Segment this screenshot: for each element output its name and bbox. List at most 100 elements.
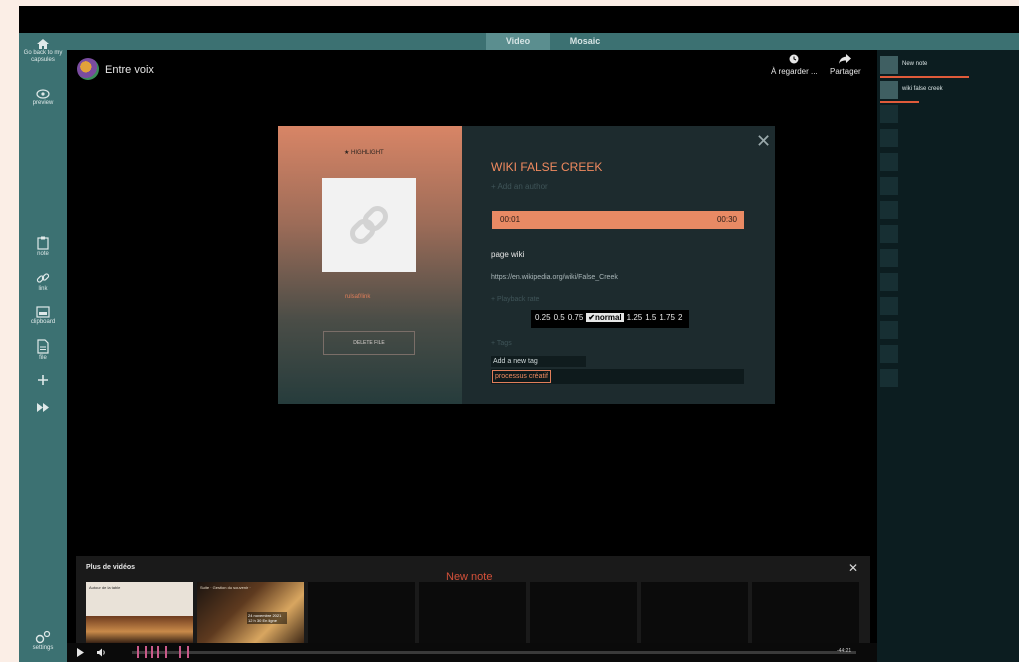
file-preview-panel: ★ HIGHLIGHT rulsaf/link DELETE FILE	[278, 126, 462, 404]
note-thumbnail	[880, 105, 898, 123]
rate-option[interactable]: 0.5	[554, 313, 565, 322]
more-videos-title: Plus de vidéos	[86, 564, 136, 571]
note-item[interactable]	[880, 129, 1016, 147]
note-thumbnail	[880, 273, 898, 291]
video-thumbnail[interactable]	[308, 582, 415, 644]
capsule-title: Entre voix	[105, 64, 154, 76]
note-item[interactable]	[880, 177, 1016, 195]
video-thumbnail-text: Suite · Gestion du souvenir ·	[200, 585, 251, 590]
note-marker[interactable]	[157, 646, 159, 658]
time-range-bar[interactable]: 00:01 00:30	[492, 211, 744, 229]
tool-clipboard-label: clipboard	[30, 319, 56, 325]
share-label: Partager	[830, 67, 861, 76]
video-thumbnail[interactable]	[419, 582, 526, 644]
share-button[interactable]: Partager	[830, 54, 861, 76]
tool-link[interactable]: link	[19, 271, 67, 293]
note-item[interactable]	[880, 201, 1016, 219]
settings-label: settings	[32, 645, 54, 651]
note-item[interactable]	[880, 153, 1016, 171]
preview-label: preview	[32, 100, 54, 106]
video-thumbnail-text: Autour de la table	[89, 585, 121, 590]
add-button[interactable]	[19, 374, 67, 387]
delete-file-button[interactable]: DELETE FILE	[323, 331, 415, 355]
tool-file[interactable]: file	[19, 339, 67, 362]
tab-mosaic[interactable]: Mosaic	[556, 33, 614, 50]
watch-later-label: À regarder ...	[771, 67, 818, 76]
file-thumbnail	[322, 178, 416, 272]
play-icon[interactable]	[77, 648, 84, 657]
note-item[interactable]: New note	[880, 56, 1016, 74]
note-thumbnail	[880, 56, 898, 74]
rate-option[interactable]: 1.25	[627, 313, 643, 322]
app-frame: Video Mosaic Go back to my capsules prev…	[19, 6, 1019, 662]
note-marker[interactable]	[151, 646, 153, 658]
watch-later-button[interactable]: À regarder ...	[771, 54, 818, 76]
note-url-link[interactable]: https://en.wikipedia.org/wiki/False_Cree…	[491, 274, 618, 281]
go-back-button[interactable]: Go back to my capsules	[19, 39, 67, 64]
rate-option[interactable]: 2	[678, 313, 682, 322]
video-thumbnail[interactable]: Autour de la table	[86, 582, 193, 644]
capsule-avatar	[77, 58, 99, 80]
add-author-button[interactable]: + Add an author	[491, 182, 548, 191]
note-thumbnail	[880, 369, 898, 387]
note-description[interactable]: page wiki	[491, 250, 524, 259]
note-item[interactable]	[880, 225, 1016, 243]
note-thumbnail	[880, 321, 898, 339]
note-marker[interactable]	[165, 646, 167, 658]
new-tag-input[interactable]: Add a new tag	[491, 356, 586, 367]
top-strip	[19, 6, 1019, 33]
highlight-button[interactable]: ★ HIGHLIGHT	[344, 149, 384, 156]
note-item[interactable]	[880, 273, 1016, 291]
eye-icon	[36, 89, 50, 99]
note-thumbnail	[880, 249, 898, 267]
note-item[interactable]	[880, 297, 1016, 315]
note-item[interactable]	[880, 369, 1016, 387]
note-editor-panel: ✕ WIKI FALSE CREEK + Add an author 00:01…	[462, 126, 775, 404]
timeline-track[interactable]	[132, 651, 856, 654]
note-item[interactable]	[880, 249, 1016, 267]
tag-chip[interactable]: processus créatif	[492, 370, 551, 383]
settings-button[interactable]: settings	[19, 630, 67, 652]
rate-option[interactable]: 0.25	[535, 313, 551, 322]
close-icon[interactable]: ✕	[756, 132, 771, 150]
video-thumbnail[interactable]	[752, 582, 859, 644]
note-marker[interactable]	[179, 646, 181, 658]
clock-icon	[789, 54, 799, 64]
rate-option[interactable]: 1.75	[659, 313, 675, 322]
tab-video[interactable]: Video	[486, 33, 550, 50]
note-item[interactable]	[880, 105, 1016, 123]
video-thumbnail[interactable]	[641, 582, 748, 644]
rate-option[interactable]: 1.5	[645, 313, 656, 322]
close-icon[interactable]: ✕	[848, 561, 858, 575]
rate-option-selected[interactable]: ✔normal	[586, 313, 624, 322]
preview-button[interactable]: preview	[19, 89, 67, 107]
note-marker[interactable]	[187, 646, 189, 658]
note-item[interactable]: wiki false creek	[880, 81, 1016, 99]
tool-clipboard[interactable]: clipboard	[19, 306, 67, 326]
note-item[interactable]	[880, 345, 1016, 363]
notes-panel: New note wiki false creek	[877, 50, 1019, 662]
clipboard-icon	[36, 306, 50, 318]
note-title[interactable]: WIKI FALSE CREEK	[491, 160, 602, 174]
volume-icon[interactable]	[97, 648, 106, 657]
plus-icon	[38, 375, 48, 385]
note-title: New note	[902, 61, 928, 67]
time-start: 00:01	[500, 215, 521, 224]
tags-toggle[interactable]: + Tags	[491, 340, 512, 347]
note-thumbnail	[880, 297, 898, 315]
rate-option[interactable]: 0.75	[568, 313, 584, 322]
video-thumbnail[interactable]	[530, 582, 637, 644]
fast-forward-button[interactable]	[19, 403, 67, 413]
note-thumbnail	[880, 177, 898, 195]
video-thumbnail[interactable]: Suite · Gestion du souvenir · 24 novembr…	[197, 582, 304, 644]
note-marker[interactable]	[145, 646, 147, 658]
tool-note[interactable]: note	[19, 236, 67, 258]
note-item[interactable]	[880, 321, 1016, 339]
note-thumbnail	[880, 201, 898, 219]
note-marker[interactable]	[137, 646, 139, 658]
more-videos-panel: Plus de vidéos New note ✕ Autour de la t…	[76, 556, 870, 646]
note-thumbnail	[880, 225, 898, 243]
playback-rate-toggle[interactable]: + Playback rate	[491, 296, 539, 303]
note-thumbnail	[880, 81, 898, 99]
player-timeline: -44:21	[67, 643, 877, 662]
